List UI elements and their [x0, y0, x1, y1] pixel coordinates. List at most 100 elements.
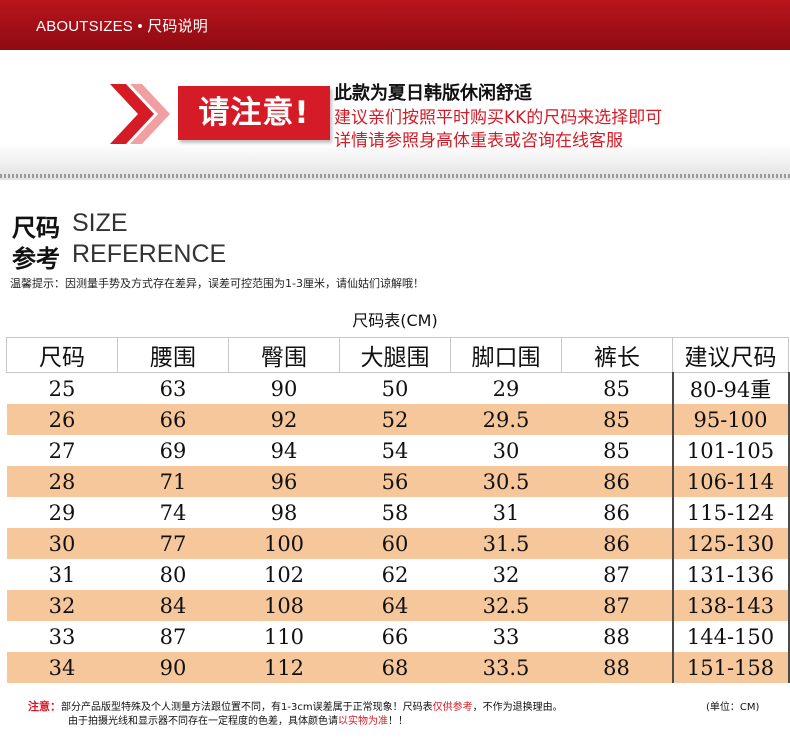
cell-thigh: 64 — [339, 590, 451, 621]
table-row: 27 69 94 54 30 85 101-105 — [6, 435, 790, 466]
cell-leg-opening: 29 — [450, 372, 562, 404]
footer-text-2a: 由于拍摄光线和显示器不同存在一定程度的色差，具体颜色请 — [68, 716, 338, 727]
size-table: 尺码 腰围 臀围 大腿围 脚口围 裤长 建议尺码 25 63 90 50 29 … — [6, 337, 790, 683]
cell-thigh: 56 — [339, 466, 451, 497]
size-table-title: 尺码表(CM) — [352, 311, 438, 330]
cell-size: 25 — [6, 372, 118, 404]
cell-hip: 94 — [228, 435, 340, 466]
header-waist: 腰围 — [117, 337, 229, 373]
cell-leg-opening: 29.5 — [450, 404, 562, 435]
footer-unit: (单位：CM) — [706, 702, 760, 713]
notice-badge: 请注意! — [178, 86, 330, 140]
footer-text-2b: 以实物为准 — [338, 716, 388, 727]
cell-waist: 87 — [117, 621, 229, 652]
cell-size: 34 — [6, 652, 118, 683]
cell-suggested: 144-150 — [671, 621, 790, 652]
cell-suggested: 138-143 — [671, 590, 790, 621]
cell-thigh: 62 — [339, 559, 451, 590]
cell-size: 31 — [6, 559, 118, 590]
table-row: 30 77 100 60 31.5 86 125-130 — [6, 528, 790, 559]
table-row: 26 66 92 52 29.5 85 95-100 — [6, 404, 790, 435]
cell-length: 86 — [561, 528, 673, 559]
cell-hip: 108 — [228, 590, 340, 621]
table-row: 28 71 96 56 30.5 86 106-114 — [6, 466, 790, 497]
cell-size: 30 — [6, 528, 118, 559]
cell-suggested: 80-94重 — [671, 372, 790, 404]
cell-leg-opening: 30.5 — [450, 466, 562, 497]
cell-thigh: 58 — [339, 497, 451, 528]
cell-waist: 74 — [117, 497, 229, 528]
section-title-cn-2: 参考 — [12, 245, 60, 273]
cell-suggested: 115-124 — [671, 497, 790, 528]
cell-hip: 96 — [228, 466, 340, 497]
cell-leg-opening: 32 — [450, 559, 562, 590]
cell-hip: 92 — [228, 404, 340, 435]
cell-length: 88 — [561, 621, 673, 652]
footer-text-1b: 仅供参考 — [432, 702, 473, 713]
chevron-right-icon — [110, 84, 170, 144]
cell-thigh: 66 — [339, 621, 451, 652]
section-title-en-1: SIZE — [72, 209, 128, 237]
cell-length: 87 — [561, 590, 673, 621]
cell-leg-opening: 31.5 — [450, 528, 562, 559]
header-leg-opening: 脚口围 — [450, 337, 562, 373]
notice-line-2: 建议亲们按照平时购买KK的尺码来选择即可 — [334, 108, 663, 128]
cell-size: 27 — [6, 435, 118, 466]
cell-thigh: 68 — [339, 652, 451, 683]
cell-length: 87 — [561, 559, 673, 590]
cell-thigh: 52 — [339, 404, 451, 435]
footer-text-1c: ，不作为退换理由。 — [472, 702, 563, 713]
measurement-tip: 温馨提示：因测量手势及方式存在差异，误差可控范围为1-3厘米，请仙姑们谅解哦！ — [10, 277, 424, 290]
header-suggested: 建议尺码 — [672, 337, 789, 373]
cell-hip: 112 — [228, 652, 340, 683]
cell-hip: 110 — [228, 621, 340, 652]
cell-size: 26 — [6, 404, 118, 435]
cell-hip: 98 — [228, 497, 340, 528]
cell-suggested: 106-114 — [671, 466, 790, 497]
section-title-cn-1: 尺码 — [12, 214, 60, 242]
cell-waist: 71 — [117, 466, 229, 497]
cell-leg-opening: 33.5 — [450, 652, 562, 683]
notice-line-3: 详情请参照身高体重表或咨询在线客服 — [334, 131, 623, 151]
cell-hip: 100 — [228, 528, 340, 559]
cell-suggested: 101-105 — [671, 435, 790, 466]
cell-length: 88 — [561, 652, 673, 683]
cell-leg-opening: 31 — [450, 497, 562, 528]
cell-hip: 90 — [228, 372, 340, 404]
header-title: ABOUTSIZES • 尺码说明 — [36, 18, 209, 35]
cell-thigh: 54 — [339, 435, 451, 466]
cell-size: 28 — [6, 466, 118, 497]
cell-length: 86 — [561, 497, 673, 528]
cell-suggested: 131-136 — [671, 559, 790, 590]
section-title-en-2: REFERENCE — [72, 240, 227, 268]
table-row: 32 84 108 64 32.5 87 138-143 — [6, 590, 790, 621]
cell-waist: 66 — [117, 404, 229, 435]
header-bar: ABOUTSIZES • 尺码说明 — [0, 0, 790, 50]
footer-note-2: 由于拍摄光线和显示器不同存在一定程度的色差，具体颜色请以实物为准！！ — [68, 712, 408, 727]
cell-size: 32 — [6, 590, 118, 621]
table-row: 31 80 102 62 32 87 131-136 — [6, 559, 790, 590]
cell-waist: 63 — [117, 372, 229, 404]
table-row: 29 74 98 58 31 86 115-124 — [6, 497, 790, 528]
cell-leg-opening: 30 — [450, 435, 562, 466]
cell-leg-opening: 32.5 — [450, 590, 562, 621]
cell-waist: 69 — [117, 435, 229, 466]
cell-waist: 80 — [117, 559, 229, 590]
cell-waist: 90 — [117, 652, 229, 683]
size-table-header: 尺码 腰围 臀围 大腿围 脚口围 裤长 建议尺码 — [6, 337, 789, 373]
footer-text-2c: ！！ — [388, 716, 408, 727]
cell-suggested: 125-130 — [671, 528, 790, 559]
cell-thigh: 60 — [339, 528, 451, 559]
cell-size: 33 — [6, 621, 118, 652]
header-thigh: 大腿围 — [339, 337, 451, 373]
cell-waist: 84 — [117, 590, 229, 621]
cell-waist: 77 — [117, 528, 229, 559]
cell-length: 85 — [561, 435, 673, 466]
table-row: 25 63 90 50 29 85 80-94重 — [6, 372, 790, 404]
table-row: 34 90 112 68 33.5 88 151-158 — [6, 652, 790, 683]
cell-size: 29 — [6, 497, 118, 528]
cell-length: 86 — [561, 466, 673, 497]
footer-label: 注意： — [28, 700, 61, 713]
header-size: 尺码 — [6, 337, 118, 373]
cell-leg-opening: 33 — [450, 621, 562, 652]
